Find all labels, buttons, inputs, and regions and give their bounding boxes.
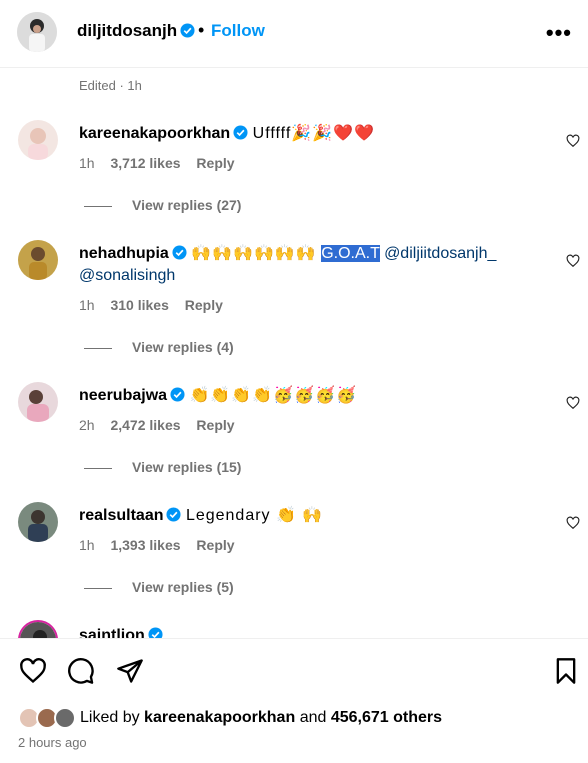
- share-icon[interactable]: [116, 657, 144, 685]
- comment-meta: 2h 2,472 likes Reply: [79, 417, 247, 433]
- replies-divider: [84, 347, 112, 349]
- likes-count[interactable]: 456,671 others: [331, 709, 442, 727]
- view-replies-button[interactable]: View replies (5): [84, 579, 234, 595]
- commenter-username[interactable]: nehadhupia: [79, 245, 169, 262]
- replies-divider: [84, 467, 112, 469]
- commenter-username[interactable]: realsultaan: [79, 507, 163, 524]
- view-replies-button[interactable]: View replies (27): [84, 197, 241, 213]
- comment-body: 👏👏👏👏🥳🥳🥳🥳: [189, 387, 357, 404]
- reply-button[interactable]: Reply: [185, 297, 223, 313]
- verified-badge-icon: [166, 507, 182, 522]
- verified-badge-icon: [170, 387, 185, 402]
- like-comment-heart-icon[interactable]: [566, 516, 580, 530]
- comment-age: 1h: [79, 155, 95, 171]
- post-actions: Liked by kareenakapoorkhan and 456,671 o…: [0, 638, 588, 763]
- liked-by-user[interactable]: kareenakapoorkhan: [144, 709, 295, 727]
- comment-meta: 1h 3,712 likes Reply: [79, 155, 247, 171]
- view-replies-button[interactable]: View replies (15): [84, 459, 241, 475]
- liker-avatars[interactable]: [18, 707, 80, 729]
- comment-likes[interactable]: 3,712 likes: [110, 155, 180, 171]
- mention-link[interactable]: @diljiitdosanjh_: [384, 245, 496, 262]
- follow-button[interactable]: Follow: [211, 21, 265, 41]
- liked-by-and: and: [299, 709, 327, 726]
- comment-age: 2h: [79, 417, 95, 433]
- commenter-username[interactable]: neerubajwa: [79, 387, 167, 404]
- reply-button[interactable]: Reply: [196, 417, 234, 433]
- commenter-avatar[interactable]: [18, 382, 58, 422]
- author-avatar[interactable]: [17, 12, 57, 52]
- commenter-avatar[interactable]: [18, 120, 58, 160]
- liker-avatar: [54, 707, 76, 729]
- comment-icon[interactable]: [67, 657, 95, 685]
- comment-text: nehadhupia 🙌🙌🙌🙌🙌🙌 G.O.A.T @diljiitdosanj…: [79, 243, 549, 287]
- post-time[interactable]: 2 hours ago: [18, 735, 87, 750]
- liked-by: Liked by kareenakapoorkhan and 456,671 o…: [18, 707, 442, 729]
- comment-body: Legendary 👏 🙌: [185, 507, 324, 524]
- comment-age: 1h: [79, 297, 95, 313]
- more-options-icon[interactable]: •••: [546, 20, 572, 46]
- commenter-avatar[interactable]: [18, 502, 58, 542]
- verified-badge-icon: [172, 245, 187, 260]
- replies-divider: [84, 205, 112, 207]
- reply-button[interactable]: Reply: [196, 537, 234, 553]
- comment-likes[interactable]: 1,393 likes: [110, 537, 180, 553]
- view-replies-button[interactable]: View replies (4): [84, 339, 234, 355]
- post-header: diljitdosanjh • Follow •••: [0, 0, 588, 68]
- comment-likes[interactable]: 310 likes: [110, 297, 168, 313]
- verified-badge-icon: [233, 125, 248, 140]
- comment-body: Ufffff🎉🎉❤️❤️: [252, 125, 375, 142]
- selected-text: G.O.A.T: [321, 245, 380, 262]
- edited-timestamp: Edited · 1h: [79, 78, 142, 93]
- reply-button[interactable]: Reply: [196, 155, 234, 171]
- commenter-username[interactable]: kareenakapoorkhan: [79, 125, 230, 142]
- like-comment-heart-icon[interactable]: [566, 134, 580, 148]
- mention-link[interactable]: @sonalisingh: [79, 267, 175, 284]
- comment-emoji: 🙌🙌🙌🙌🙌🙌: [191, 245, 317, 262]
- verified-badge-icon: [180, 23, 195, 38]
- separator-dot: •: [198, 20, 205, 40]
- comment-text: neerubajwa 👏👏👏👏🥳🥳🥳🥳: [79, 385, 549, 407]
- replies-divider: [84, 587, 112, 589]
- liked-by-prefix: Liked by: [80, 709, 140, 726]
- comment-likes[interactable]: 2,472 likes: [110, 417, 180, 433]
- comment-meta: 1h 310 likes Reply: [79, 297, 235, 313]
- comment-meta: 1h 1,393 likes Reply: [79, 537, 247, 553]
- comment-text: realsultaan Legendary 👏 🙌: [79, 505, 549, 527]
- heart-icon[interactable]: [19, 657, 47, 685]
- comment-text: kareenakapoorkhan Ufffff🎉🎉❤️❤️: [79, 123, 549, 145]
- author-username[interactable]: diljitdosanjh: [77, 21, 195, 41]
- comment-age: 1h: [79, 537, 95, 553]
- like-comment-heart-icon[interactable]: [566, 396, 580, 410]
- like-comment-heart-icon[interactable]: [566, 254, 580, 268]
- bookmark-icon[interactable]: [552, 657, 580, 685]
- commenter-avatar[interactable]: [18, 240, 58, 280]
